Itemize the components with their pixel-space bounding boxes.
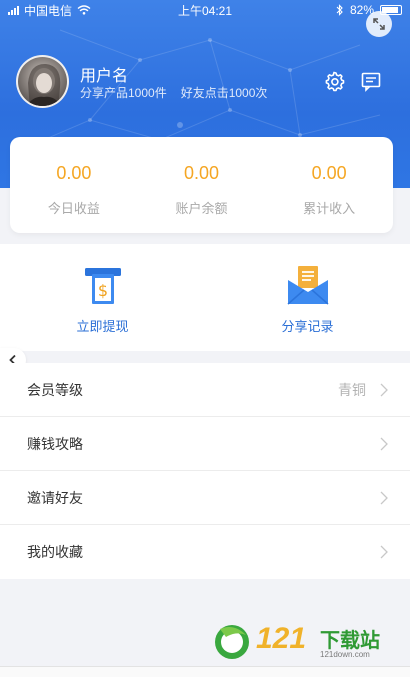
withdraw-label: 立即提现 [76,319,129,334]
shared-products-count: 分享产品1000件 [80,86,167,100]
friend-clicks-count: 好友点击1000次 [180,86,268,100]
withdraw-button[interactable]: $ 立即提现 [0,244,205,351]
settings-button[interactable] [323,70,345,92]
messages-button[interactable] [360,70,382,92]
today-earnings[interactable]: 0.00 今日收益 [10,137,138,233]
bluetooth-icon [336,4,343,16]
total-income[interactable]: 0.00 累计收入 [265,137,393,233]
carrier-label: 中国电信 [24,3,73,18]
menu-item-label: 赚钱攻略 [27,435,83,452]
account-balance[interactable]: 0.00 账户余额 [138,137,266,233]
share-record-label: 分享记录 [281,319,334,334]
watermark-text: 下载站 [320,630,380,652]
total-income-label: 累计收入 [303,201,356,216]
status-bar: 中国电信 上午04:21 82% [0,0,410,20]
chevron-right-icon [380,437,388,450]
member-level-value: 青铜 [338,381,366,398]
account-balance-value: 0.00 [183,163,220,183]
watermark-logo-icon [215,625,249,659]
quick-actions: $ 立即提现 分享记录 [0,244,410,351]
share-record-button[interactable]: 分享记录 [205,244,410,351]
menu-item-label: 会员等级 [27,381,83,398]
signal-icon [8,5,19,15]
menu-item-label: 邀请好友 [27,489,83,506]
chevron-right-icon [380,383,388,396]
menu-item-earning-guide[interactable]: 赚钱攻略 [0,417,410,471]
site-watermark: 121 下载站 121down.com [212,618,402,664]
expand-button[interactable] [366,11,392,37]
svg-text:$: $ [97,281,107,300]
wifi-icon [77,5,91,15]
watermark-number: 121 [256,622,307,655]
message-list-icon [361,72,381,92]
total-income-value: 0.00 [311,163,347,183]
bottom-tab-bar [0,666,410,677]
balance-card: 0.00 今日收益 0.00 账户余额 0.00 累计收入 [10,137,393,233]
menu-list: 会员等级 青铜 赚钱攻略 邀请好友 我的收藏 [0,363,410,579]
withdraw-icon: $ [84,268,121,304]
expand-icon [373,18,385,30]
menu-item-member-level[interactable]: 会员等级 青铜 [0,363,410,417]
menu-item-label: 我的收藏 [27,544,83,560]
chevron-right-icon [380,545,388,559]
gear-icon [325,71,345,92]
account-balance-label: 账户余额 [175,201,228,216]
watermark-url: 121down.com [320,650,370,659]
today-earnings-label: 今日收益 [47,201,100,216]
profile-stats: 分享产品1000件 好友点击1000次 [80,84,267,101]
avatar[interactable] [16,55,69,108]
today-earnings-value: 0.00 [56,163,92,183]
share-record-icon [287,266,328,305]
menu-item-invite-friends[interactable]: 邀请好友 [0,471,410,525]
username: 用户名 [80,68,129,85]
chevron-right-icon [380,491,388,504]
menu-item-favorites[interactable]: 我的收藏 [0,525,410,579]
